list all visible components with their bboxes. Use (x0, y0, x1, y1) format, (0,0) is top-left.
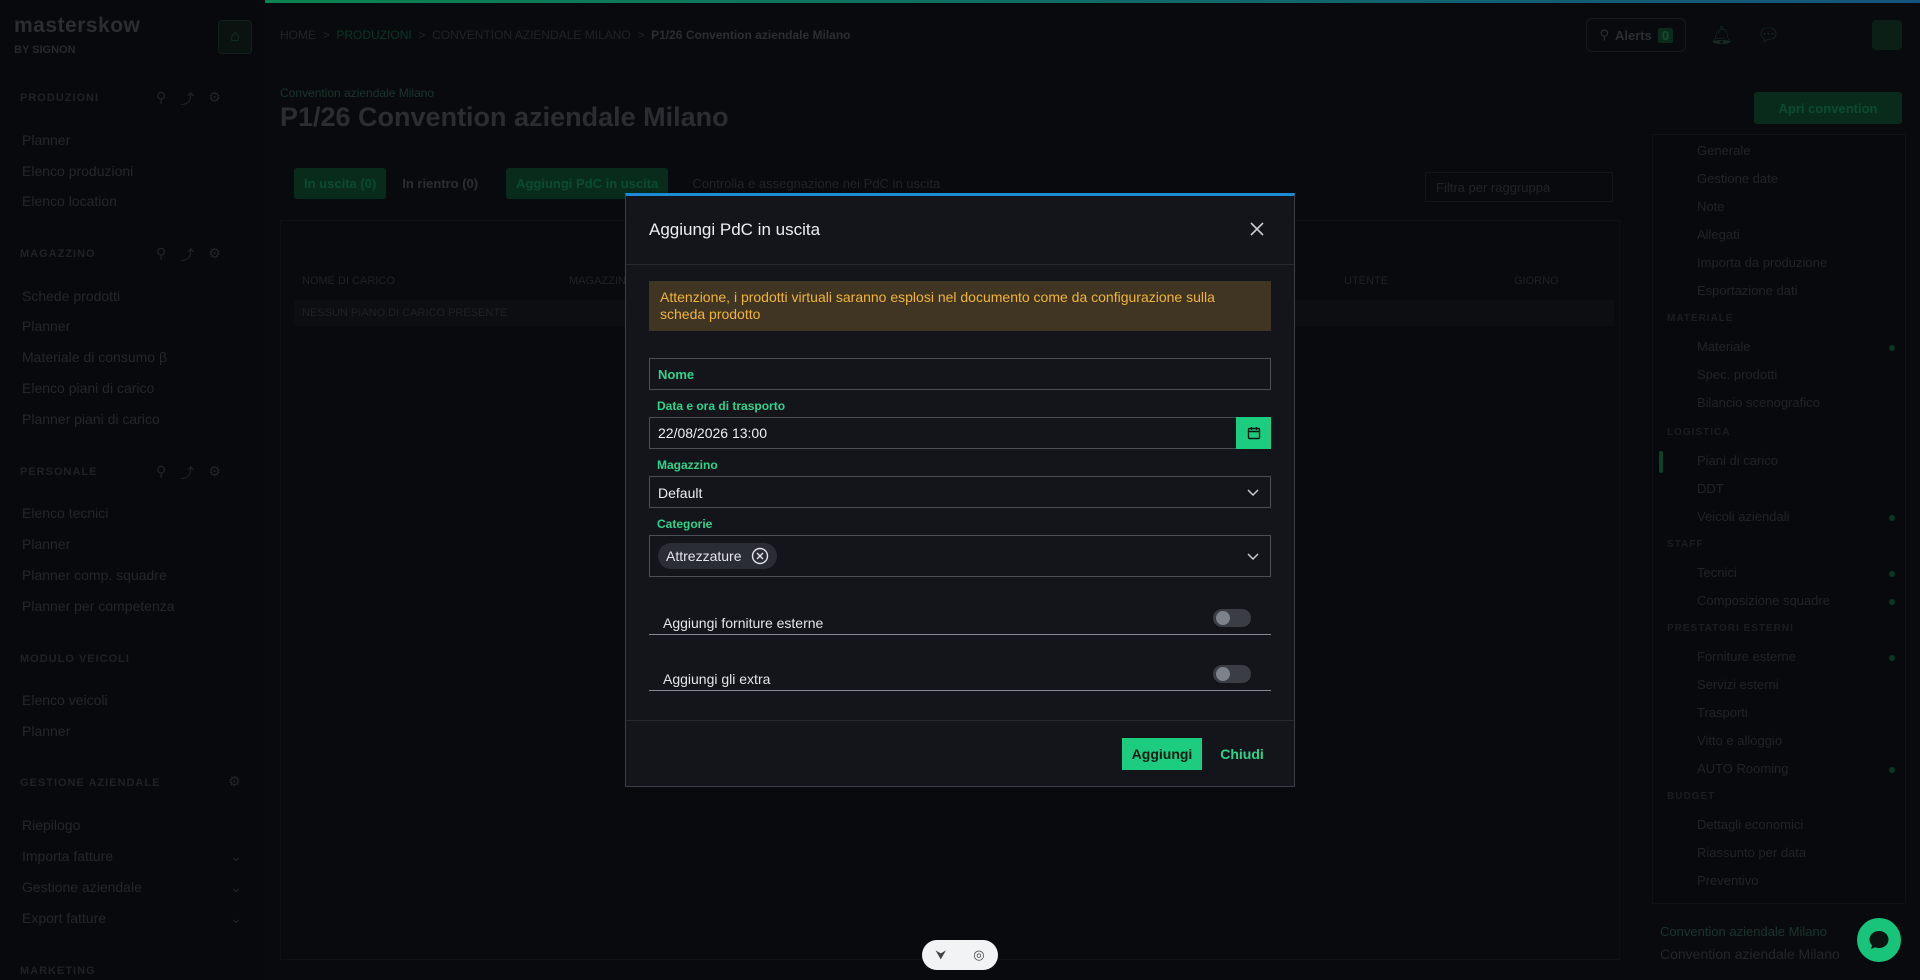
chat-bubble-icon (1869, 931, 1889, 949)
categories-label: Categorie (657, 517, 713, 531)
bottom-toolbar: ⮟ ◎ (922, 940, 998, 970)
extras-label: Aggiungi gli extra (663, 671, 771, 687)
category-chip-label: Attrezzature (666, 548, 742, 564)
chat-support-button[interactable] (1857, 918, 1901, 962)
name-input[interactable] (650, 359, 1270, 389)
add-load-plan-modal: Aggiungi PdC in uscita Attenzione, i pro… (625, 193, 1295, 787)
close-icon (1250, 222, 1264, 236)
name-field (649, 358, 1271, 390)
chevron-down-icon (1247, 553, 1259, 561)
modal-footer: Aggiungi Chiudi (626, 720, 1294, 787)
chevron-down-icon (1247, 489, 1259, 497)
target-icon[interactable]: ◎ (973, 947, 984, 963)
transport-date-input[interactable] (650, 418, 1230, 448)
filter-icon[interactable]: ⮟ (935, 947, 946, 963)
categories-multiselect[interactable]: Attrezzature (649, 535, 1271, 577)
extras-row: Aggiungi gli extra (649, 649, 1271, 691)
close-button[interactable] (1246, 218, 1268, 240)
external-supplies-label: Aggiungi forniture esterne (663, 615, 824, 631)
modal-title: Aggiungi PdC in uscita (649, 220, 821, 239)
add-button[interactable]: Aggiungi (1122, 738, 1202, 770)
transport-date-label: Data e ora di trasporto (657, 399, 786, 413)
external-supplies-toggle[interactable] (1213, 609, 1251, 627)
warehouse-label: Magazzino (657, 458, 718, 472)
calendar-button[interactable] (1236, 417, 1271, 449)
extras-toggle[interactable] (1213, 665, 1251, 683)
warehouse-value: Default (658, 485, 703, 501)
modal-header: Aggiungi PdC in uscita (626, 196, 1294, 265)
remove-chip-icon[interactable] (751, 547, 769, 565)
warehouse-select[interactable]: Default (649, 476, 1271, 508)
cancel-button[interactable]: Chiudi (1212, 738, 1272, 770)
warning-message: Attenzione, i prodotti virtuali saranno … (649, 281, 1271, 331)
calendar-icon (1247, 427, 1260, 440)
category-chip: Attrezzature (658, 543, 778, 569)
transport-date-field (649, 417, 1271, 449)
external-supplies-row: Aggiungi forniture esterne (649, 593, 1271, 635)
